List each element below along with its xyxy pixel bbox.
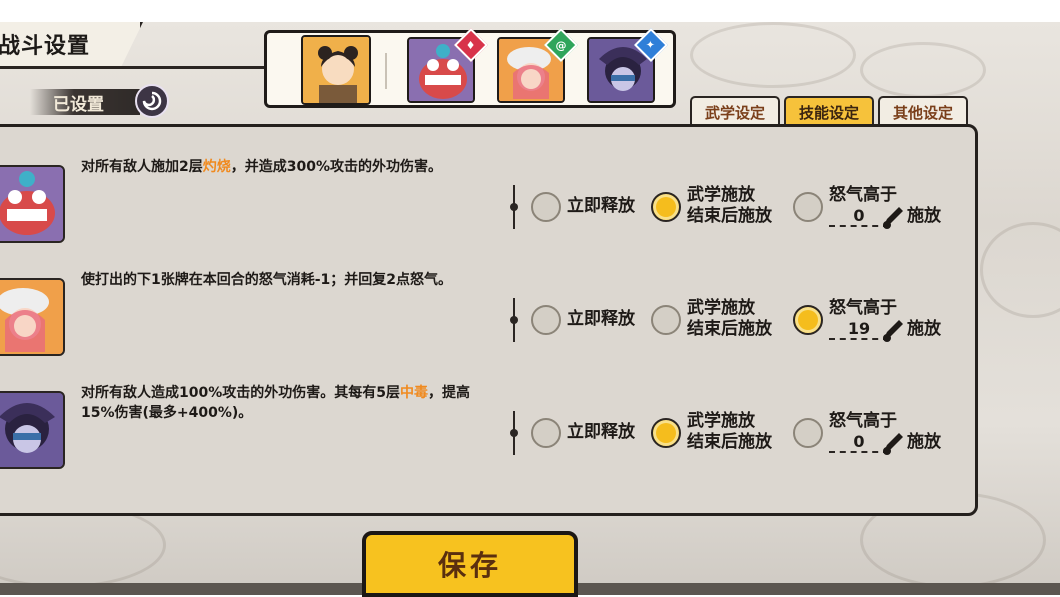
- radio-after-martial[interactable]: [651, 305, 681, 335]
- option-rage-label: 怒气高于: [829, 411, 897, 431]
- radio-rage-threshold[interactable]: [793, 418, 823, 448]
- page-title: 战斗设置: [0, 34, 91, 59]
- title-underline: [0, 66, 300, 69]
- tab-label: 技能设定: [798, 103, 859, 122]
- status-pill: 已设置: [30, 89, 140, 115]
- status-label: 已设置: [53, 94, 104, 115]
- pen-icon[interactable]: [879, 431, 905, 457]
- option-rage-label: 怒气高于: [829, 185, 897, 205]
- title-banner: 战斗设置: [0, 22, 143, 66]
- desc-highlight: 灼烧: [202, 159, 231, 175]
- skill-row-3: 对所有敌人造成100%攻击的外功伤害。其每有5层中毒，提高15%伤害(最多+40…: [0, 375, 981, 475]
- option-rage-label: 怒气高于: [829, 298, 897, 318]
- skill-description: 使打出的下1张牌在本回合的怒气消耗-1；并回复2点怒气。: [81, 270, 501, 290]
- pen-icon[interactable]: [879, 318, 905, 344]
- tab-other[interactable]: 其他设定: [878, 96, 968, 126]
- radio-rage-threshold[interactable]: [793, 192, 823, 222]
- divider-dot: [510, 429, 518, 437]
- cloud-decoration: [980, 222, 1060, 318]
- desc-text: 对所有敌人造成100%攻击的外功伤害。其每有5层: [81, 385, 400, 401]
- option-immediate-label: 立即释放: [567, 422, 635, 442]
- skill-row-2: 使打出的下1张牌在本回合的怒气消耗-1；并回复2点怒气。 立即释放 武学施放 结…: [0, 262, 981, 362]
- option-after-label-2: 结束后施放: [687, 432, 772, 452]
- skill-row-1: 对所有敌人施加2层灼烧，并造成300%攻击的外功伤害。 立即释放 武学施放 结束…: [0, 149, 981, 249]
- swirl-icon[interactable]: [135, 84, 169, 118]
- divider-dot: [510, 316, 518, 324]
- radio-immediate[interactable]: [531, 305, 561, 335]
- tab-martial[interactable]: 武学设定: [690, 96, 780, 126]
- team-divider: [385, 53, 387, 89]
- desc-text: 对所有敌人施加2层: [81, 159, 203, 175]
- option-after-label-1: 武学施放: [687, 298, 755, 318]
- radio-immediate[interactable]: [531, 192, 561, 222]
- option-rage-suffix: 施放: [907, 206, 941, 226]
- skill-icon-3: [0, 391, 65, 469]
- option-after-label-1: 武学施放: [687, 185, 755, 205]
- desc-highlight: 中毒: [400, 385, 428, 401]
- pen-icon[interactable]: [879, 205, 905, 231]
- radio-immediate[interactable]: [531, 418, 561, 448]
- cast-options: 立即释放 武学施放 结束后施放 怒气高于 0 施放: [510, 185, 973, 235]
- radio-after-martial[interactable]: [651, 418, 681, 448]
- option-after-label-1: 武学施放: [687, 411, 755, 431]
- save-button[interactable]: 保存: [362, 531, 578, 597]
- save-label: 保存: [437, 549, 502, 582]
- desc-text: 使打出的下1张牌在本回合的怒气消耗-1；并回复2点怒气。: [81, 272, 453, 288]
- tab-label: 武学设定: [704, 103, 765, 122]
- skill-settings-panel: 对所有敌人施加2层灼烧，并造成300%攻击的外功伤害。 立即释放 武学施放 结束…: [0, 124, 978, 516]
- option-rage-suffix: 施放: [907, 319, 941, 339]
- cast-options: 立即释放 武学施放 结束后施放 怒气高于 19 施放: [510, 298, 973, 348]
- desc-text: ，并造成300%攻击的外功伤害。: [230, 159, 443, 175]
- option-immediate-label: 立即释放: [567, 309, 635, 329]
- radio-rage-threshold[interactable]: [793, 305, 823, 335]
- tab-skill[interactable]: 技能设定: [784, 96, 874, 126]
- leader-portrait[interactable]: [301, 35, 371, 105]
- option-after-label-2: 结束后施放: [687, 206, 772, 226]
- option-rage-suffix: 施放: [907, 432, 941, 452]
- cast-options: 立即释放 武学施放 结束后施放 怒气高于 0 施放: [510, 411, 973, 461]
- radio-after-martial[interactable]: [651, 192, 681, 222]
- option-after-label-2: 结束后施放: [687, 319, 772, 339]
- team-bar: ♦ @ ✦: [264, 28, 676, 108]
- divider-dot: [510, 203, 518, 211]
- cloud-decoration: [690, 22, 856, 88]
- cloud-decoration: [860, 42, 986, 98]
- tab-label: 其他设定: [892, 103, 953, 122]
- skill-icon-1: [0, 165, 65, 243]
- skill-icon-2: [0, 278, 65, 356]
- option-immediate-label: 立即释放: [567, 196, 635, 216]
- skill-description: 对所有敌人施加2层灼烧，并造成300%攻击的外功伤害。: [81, 157, 501, 177]
- skill-description: 对所有敌人造成100%攻击的外功伤害。其每有5层中毒，提高15%伤害(最多+40…: [81, 383, 501, 423]
